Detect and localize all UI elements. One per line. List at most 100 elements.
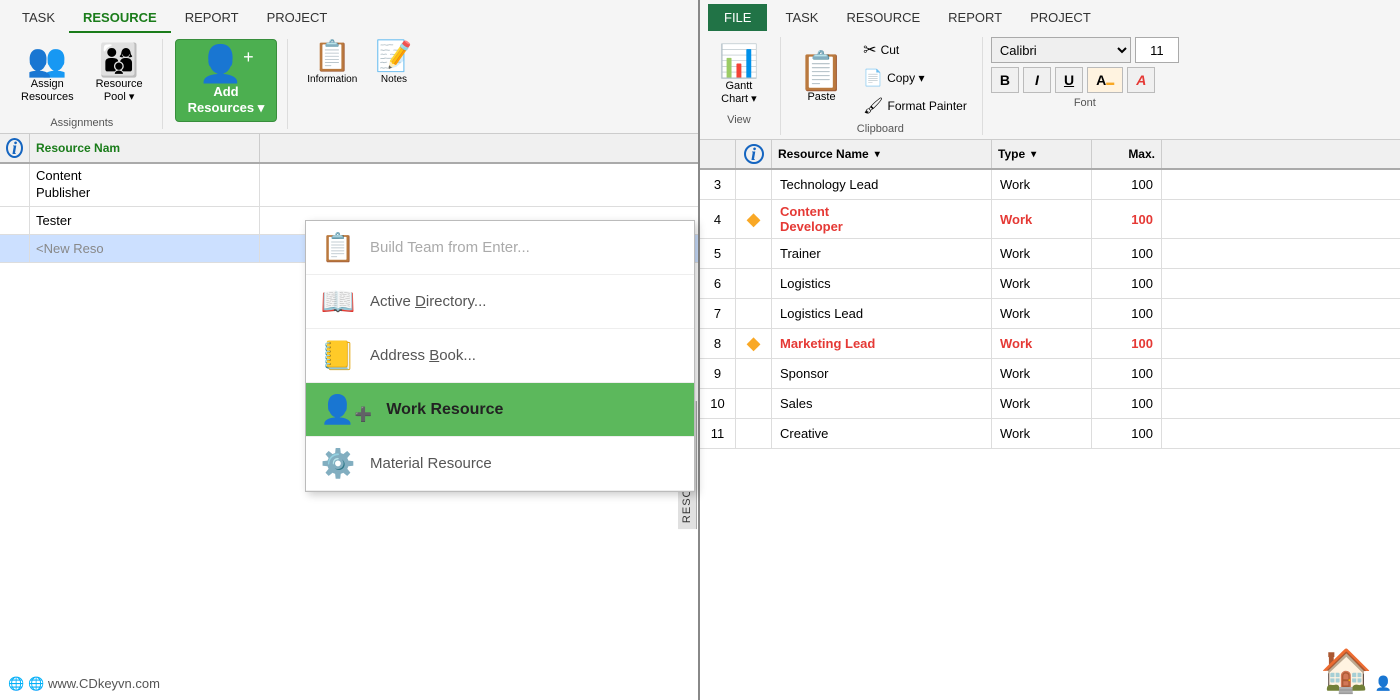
ribbon-body-right: 📊 GanttChart ▾ View 📋 Paste ✂ Cut (700, 31, 1400, 139)
tab-project-left[interactable]: PROJECT (253, 4, 342, 33)
tab-task-left[interactable]: TASK (8, 4, 69, 33)
copy-icon: 📄 (863, 68, 883, 88)
address-book-label: Address Book... (370, 347, 476, 364)
tab-project-right[interactable]: PROJECT (1016, 4, 1105, 31)
cell-max: 100 (1092, 359, 1162, 388)
cell-rname[interactable]: Trainer (772, 239, 992, 268)
cell-name-new[interactable]: <New Reso (30, 235, 260, 262)
ribbon-group-assignments: 👥 AssignResources 👨‍👩‍👦 ResourcePool ▾ A… (8, 39, 163, 129)
active-directory-label: Active Directory... (370, 293, 486, 310)
cell-type: Work (992, 170, 1092, 199)
dropdown-item-build-team[interactable]: 📋 Build Team from Enter... (306, 221, 694, 275)
font-color-button[interactable]: A (1127, 67, 1155, 93)
cell-type: Work (992, 419, 1092, 448)
header-type: Type ▾ (992, 140, 1092, 168)
font-size-input[interactable] (1135, 37, 1179, 63)
clipboard-top: 📋 Paste ✂ Cut 📄 Copy ▾ 🖌 (789, 37, 972, 119)
highlight-button[interactable]: A▬ (1087, 67, 1123, 93)
font-family-select[interactable]: Calibri (991, 37, 1131, 63)
header-resource-name: Resource Name ▾ (772, 140, 992, 168)
cell-type-overalloc: Work (992, 329, 1092, 358)
table-row: 3 Technology Lead Work 100 (700, 170, 1400, 200)
material-resource-label: Material Resource (370, 455, 492, 472)
cell-name[interactable]: Tester (30, 207, 260, 234)
cell-warn (736, 419, 772, 448)
tab-report-right[interactable]: REPORT (934, 4, 1016, 31)
cell-type-overalloc: Work (992, 200, 1092, 238)
table-row: 9 Sponsor Work 100 (700, 359, 1400, 389)
tab-resource-right[interactable]: RESOURCE (832, 4, 934, 31)
add-resources-dropdown: 📋 Build Team from Enter... 📖 Active Dire… (305, 220, 695, 492)
warning-icon-8: ◆ (747, 333, 761, 354)
table-row: 8 ◆ Marketing Lead Work 100 (700, 329, 1400, 359)
cell-name[interactable]: Content Publisher (30, 164, 260, 206)
cell-rname[interactable]: Sales (772, 389, 992, 418)
cell-num: 9 (700, 359, 736, 388)
bold-button[interactable]: B (991, 67, 1019, 93)
gantt-chart-icon: 📊 (719, 42, 759, 80)
resource-pool-button[interactable]: 👨‍👩‍👦 ResourcePool ▾ (87, 39, 152, 109)
tab-file-right[interactable]: FILE (708, 4, 767, 31)
grid-right: i Resource Name ▾ Type ▾ Max. 3 Technolo… (700, 140, 1400, 700)
clipboard-group-label: Clipboard (789, 123, 972, 135)
cell-max-overalloc: 100 (1092, 329, 1162, 358)
cell-rname-overalloc[interactable]: ContentDeveloper (772, 200, 992, 238)
information-label: Information (307, 74, 357, 86)
cut-button[interactable]: ✂ Cut (858, 37, 972, 63)
paste-button[interactable]: 📋 Paste (789, 50, 854, 106)
cell-max: 100 (1092, 170, 1162, 199)
dropdown-item-material-resource[interactable]: ⚙️ Material Resource (306, 437, 694, 491)
tab-task-right[interactable]: TASK (771, 4, 832, 31)
add-resources-label: AddResources ▾ (188, 84, 265, 115)
info-header-icon-right: i (744, 144, 764, 164)
assign-resources-icon: 👥 (27, 44, 67, 76)
notes-button[interactable]: 📝 Notes (368, 39, 419, 89)
house-icon: 🏠 (1320, 650, 1372, 692)
cell-rname[interactable]: Logistics (772, 269, 992, 298)
cdkey-logo: 🏠 👤 (1320, 650, 1392, 692)
cell-max: 100 (1092, 269, 1162, 298)
table-row: 4 ◆ ContentDeveloper Work 100 (700, 200, 1400, 239)
tab-report-left[interactable]: REPORT (171, 4, 253, 33)
information-button[interactable]: 📋 Information (300, 39, 364, 89)
cell-type: Work (992, 389, 1092, 418)
dropdown-item-address-book[interactable]: 📒 Address Book... (306, 329, 694, 383)
format-painter-button[interactable]: 🖌 Format Painter (858, 93, 972, 119)
gantt-chart-button[interactable]: 📊 GanttChart ▾ (708, 37, 770, 110)
cell-rname-overalloc[interactable]: Marketing Lead (772, 329, 992, 358)
ribbon-left: TASK RESOURCE REPORT PROJECT 👥 AssignRes… (0, 0, 698, 134)
cell-warn: ◆ (736, 200, 772, 238)
tab-resource-left[interactable]: RESOURCE (69, 4, 171, 33)
cell-num: 10 (700, 389, 736, 418)
italic-button[interactable]: I (1023, 67, 1051, 93)
add-resources-button[interactable]: 👤+ AddResources ▾ (175, 39, 278, 122)
cell-rname[interactable]: Logistics Lead (772, 299, 992, 328)
dropdown-item-work-resource[interactable]: 👤➕ Work Resource (306, 383, 694, 437)
header-iicon: i (736, 140, 772, 168)
info-header-icon: i (6, 138, 23, 158)
cell-info (0, 164, 30, 206)
view-group-label: View (708, 114, 770, 126)
work-resource-icon: 👤➕ (320, 393, 372, 426)
header-name: Resource Nam (30, 134, 260, 162)
assign-resources-button[interactable]: 👥 AssignResources (12, 39, 83, 109)
underline-button[interactable]: U (1055, 67, 1083, 93)
cell-rname[interactable]: Sponsor (772, 359, 992, 388)
cell-warn: ◆ (736, 329, 772, 358)
add-resources-icon: 👤+ (198, 46, 253, 82)
paste-icon: 📋 (798, 53, 845, 91)
cell-num: 5 (700, 239, 736, 268)
ribbon-group-info: 📋 Information 📝 Notes (296, 39, 429, 129)
rgroup-clipboard: 📋 Paste ✂ Cut 📄 Copy ▾ 🖌 (789, 37, 983, 135)
copy-button[interactable]: 📄 Copy ▾ (858, 65, 972, 91)
resource-pool-icon: 👨‍👩‍👦 (99, 44, 139, 76)
cell-rname[interactable]: Creative (772, 419, 992, 448)
ribbon-right: FILE TASK RESOURCE REPORT PROJECT 📊 Gant… (700, 0, 1400, 140)
dropdown-item-active-directory[interactable]: 📖 Active Directory... (306, 275, 694, 329)
font-row-2: B I U A▬ A (991, 67, 1179, 93)
cell-rname[interactable]: Technology Lead (772, 170, 992, 199)
assign-resources-label: AssignResources (21, 78, 74, 104)
format-painter-label: Format Painter (887, 99, 966, 113)
right-panel: FILE TASK RESOURCE REPORT PROJECT 📊 Gant… (700, 0, 1400, 700)
address-book-icon: 📒 (320, 339, 356, 372)
